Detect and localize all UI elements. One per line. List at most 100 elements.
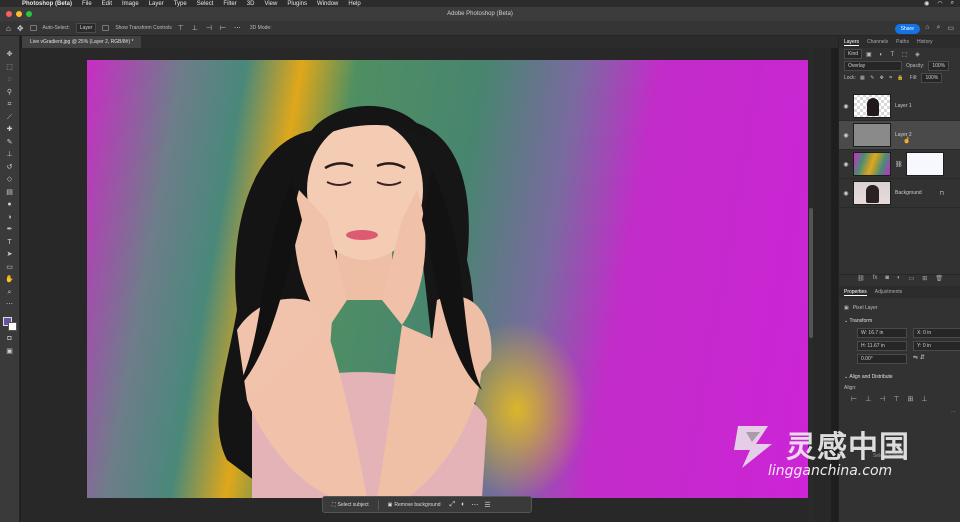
search-icon[interactable]: ⌕ xyxy=(951,0,954,7)
background-color[interactable] xyxy=(7,321,17,331)
crop-tool-icon[interactable]: ⌗ xyxy=(5,100,15,109)
blend-mode-dropdown[interactable]: Overlay xyxy=(844,61,902,71)
hand-tool-icon[interactable]: ✋ xyxy=(5,275,15,284)
quick-select-tool-icon[interactable]: ⚲ xyxy=(5,88,15,97)
link-icon[interactable]: ⛓ xyxy=(895,161,903,168)
history-brush-icon[interactable]: ↺ xyxy=(5,163,15,172)
adjust-icon[interactable]: ◐ xyxy=(461,501,465,508)
add-mask-icon[interactable]: ◙ xyxy=(885,275,889,285)
more-options-icon[interactable]: ⋯ xyxy=(951,409,956,415)
settings-icon[interactable]: ☰ xyxy=(484,501,490,509)
home-icon[interactable]: ⌂ xyxy=(6,24,11,33)
tab-properties[interactable]: Properties xyxy=(844,289,867,296)
healing-brush-icon[interactable]: ✚ xyxy=(5,125,15,134)
menu-help[interactable]: Help xyxy=(348,1,360,7)
clone-stamp-icon[interactable]: ⊥ xyxy=(5,150,15,159)
move-tool-icon[interactable]: ✥ xyxy=(17,24,24,33)
lasso-tool-icon[interactable]: ◌ xyxy=(5,75,15,84)
x-field[interactable]: X: 0 in xyxy=(913,328,960,338)
tab-channels[interactable]: Channels xyxy=(867,39,888,45)
align-center-icon[interactable]: ⊥ xyxy=(865,395,871,403)
group-icon[interactable]: ▭ xyxy=(909,275,915,285)
layer-name[interactable]: Background xyxy=(895,190,922,196)
menu-select[interactable]: Select xyxy=(197,1,214,7)
type-tool-icon[interactable]: T xyxy=(5,238,15,247)
menu-edit[interactable]: Edit xyxy=(102,1,112,7)
tab-layers[interactable]: Layers xyxy=(844,39,860,46)
align-middle-icon[interactable]: ⊞ xyxy=(907,395,913,403)
fx-icon[interactable]: fx xyxy=(873,275,878,285)
visibility-eye-icon[interactable]: ◉ xyxy=(839,132,853,139)
align-left-icon[interactable]: ⊢ xyxy=(851,395,857,403)
scrollbar-thumb[interactable] xyxy=(809,208,813,338)
more-tools-icon[interactable]: ⋯ xyxy=(5,300,15,309)
search-panel-icon[interactable]: ⌕ xyxy=(936,24,940,32)
document-tab[interactable]: Live vGradient.jpg @ 25% (Layer 2, RGB/8… xyxy=(22,36,142,48)
more-options-icon[interactable]: ⋯ xyxy=(471,501,478,509)
color-swatches[interactable] xyxy=(2,316,17,331)
align-top-icon[interactable]: ⊤ xyxy=(893,395,899,403)
layer-name[interactable]: Layer 1 xyxy=(895,103,912,109)
remove-background-button[interactable]: ▣ Remove background xyxy=(385,500,444,510)
layer-row[interactable]: ◉ Background ⊓ xyxy=(839,179,960,208)
visibility-eye-icon[interactable]: ◉ xyxy=(839,190,853,197)
layer-kind-filter[interactable]: Kind xyxy=(844,49,863,59)
brush-tool-icon[interactable]: ✎ xyxy=(5,138,15,147)
menu-plugins[interactable]: Plugins xyxy=(287,1,307,7)
menu-file[interactable]: File xyxy=(82,1,92,7)
pen-tool-icon[interactable]: ✒ xyxy=(5,225,15,234)
select-subject-button[interactable]: ⛶ Select subject xyxy=(329,500,372,510)
lock-icons[interactable]: ▦ ✎ ✥ ⌗ 🔒 xyxy=(860,75,906,81)
control-center-icon[interactable]: ◉ xyxy=(924,0,929,7)
path-select-icon[interactable]: ➤ xyxy=(5,250,15,259)
visibility-eye-icon[interactable]: ◉ xyxy=(839,161,853,168)
blur-tool-icon[interactable]: ● xyxy=(5,200,15,209)
menu-view[interactable]: View xyxy=(264,1,277,7)
menu-app-name[interactable]: Photoshop (Beta) xyxy=(22,1,72,7)
canvas-area[interactable] xyxy=(21,48,831,522)
menu-3d[interactable]: 3D xyxy=(247,1,255,7)
filter-icons[interactable]: ▣ ◐ T ⬚ ◈ xyxy=(866,51,923,58)
opacity-input[interactable]: 100% xyxy=(928,61,950,71)
y-field[interactable]: Y: 0 in xyxy=(913,341,960,351)
quick-mask-icon[interactable]: ◘ xyxy=(5,334,15,343)
eyedropper-tool-icon[interactable]: ⟋ xyxy=(5,113,15,122)
tab-paths[interactable]: Paths xyxy=(896,39,909,45)
menu-filter[interactable]: Filter xyxy=(223,1,236,7)
canvas-image[interactable] xyxy=(87,60,808,498)
layer-row[interactable]: ◉ Layer 1 xyxy=(839,92,960,121)
marquee-tool-icon[interactable]: ⬚ xyxy=(5,63,15,72)
shape-tool-icon[interactable]: ▭ xyxy=(5,263,15,272)
visibility-eye-icon[interactable]: ◉ xyxy=(839,103,853,110)
align-section-title[interactable]: ⌄ Align and Distribute xyxy=(839,370,960,384)
share-button[interactable]: Share xyxy=(894,24,920,34)
wifi-icon[interactable]: ◠ xyxy=(937,0,942,7)
show-transform-checkbox[interactable] xyxy=(102,25,110,31)
new-layer-icon[interactable]: ⊞ xyxy=(922,275,927,285)
menu-type[interactable]: Type xyxy=(174,1,187,7)
transform-section-title[interactable]: ⌄ Transform xyxy=(839,314,960,328)
menu-layer[interactable]: Layer xyxy=(149,1,164,7)
learn-icon[interactable]: ⌂ xyxy=(925,24,929,32)
align-icons[interactable]: ⊤ ⊥ ⊣ ⊢ ⋯ xyxy=(178,24,244,32)
zoom-tool-icon[interactable]: ⌕ xyxy=(5,288,15,297)
adjustment-layer-icon[interactable]: ◐ xyxy=(897,275,901,285)
auto-select-dropdown[interactable]: Layer xyxy=(75,23,97,33)
fill-input[interactable]: 100% xyxy=(921,73,943,83)
eraser-tool-icon[interactable]: ◇ xyxy=(5,175,15,184)
align-right-icon[interactable]: ⊣ xyxy=(879,395,885,403)
layer-row[interactable]: ◉ ⛓ xyxy=(839,150,960,179)
tab-history[interactable]: History xyxy=(917,39,933,45)
workspace-icon[interactable]: ▭ xyxy=(947,24,954,32)
flip-icons[interactable]: ⇋ ⇵ xyxy=(913,354,960,364)
width-field[interactable]: W: 16.7 in xyxy=(857,328,907,338)
align-bottom-icon[interactable]: ⊥ xyxy=(921,395,927,403)
menu-image[interactable]: Image xyxy=(122,1,139,7)
screen-mode-icon[interactable]: ▣ xyxy=(5,347,15,356)
delete-layer-icon[interactable]: 🗑 xyxy=(935,275,943,285)
layer-mask-thumbnail[interactable] xyxy=(905,152,944,176)
auto-select-checkbox[interactable] xyxy=(29,25,37,31)
layer-row[interactable]: ◉ Layer 2 ☝ xyxy=(839,121,960,150)
link-layers-icon[interactable]: ⛓ xyxy=(857,275,865,285)
dodge-tool-icon[interactable]: ◑ xyxy=(5,213,15,222)
